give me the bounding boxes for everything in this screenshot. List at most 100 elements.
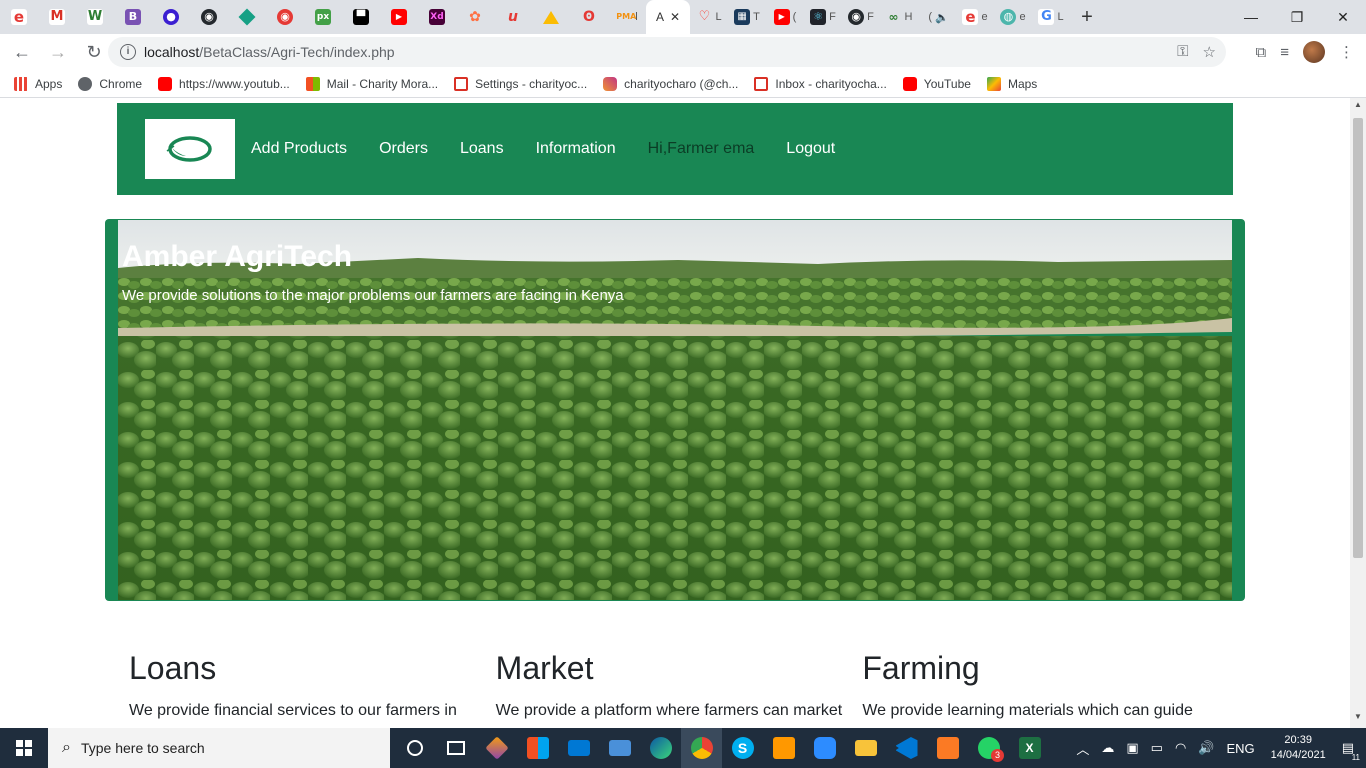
tab[interactable]: B [114,0,152,34]
nav-information[interactable]: Information [536,140,616,158]
active-tab[interactable]: A ✕ [646,0,690,34]
bookmark-chrome[interactable]: Chrome [78,76,142,91]
tab[interactable]: ∞ H [880,0,918,34]
excel-icon[interactable]: X [1009,728,1050,768]
vscode-icon[interactable] [886,728,927,768]
tab[interactable]: (🔈 [918,0,956,34]
feature-heading: Loans [129,650,217,686]
tab[interactable]: ● [152,0,190,34]
tab[interactable]: ▦ T [728,0,766,34]
bookmark-inbox[interactable]: Inbox - charityocha... [754,76,887,91]
bookmark-label: https://www.youtub... [179,76,290,91]
tab-title: A [655,10,664,24]
bookmark-settings[interactable]: Settings - charityoc... [454,76,588,91]
scroll-down-arrow-icon[interactable]: ▼ [1350,712,1366,726]
tab[interactable]: u [494,0,532,34]
tab[interactable]: GL [1032,0,1070,34]
bookmark-youtube-link[interactable]: https://www.youtub... [158,76,290,91]
tab[interactable]: W [76,0,114,34]
menu-kebab-icon[interactable]: ⋮ [1339,43,1354,61]
tab[interactable] [532,0,570,34]
windows-start-icon[interactable] [0,728,48,768]
zoom-icon[interactable] [804,728,845,768]
key-icon[interactable]: ⚿ [1177,43,1188,61]
nav-add-products[interactable]: Add Products [251,140,347,158]
mail-icon[interactable] [558,728,599,768]
diamond-app-icon [238,8,256,26]
tab[interactable]: ◉ F [842,0,880,34]
tab[interactable]: ⚛ F [804,0,842,34]
reload-icon[interactable]: ↻ [78,36,110,68]
bookmark-mail[interactable]: Mail - Charity Mora... [305,76,438,91]
bookmark-label: Settings - charityoc... [475,76,588,91]
taskbar-search[interactable]: ⌕ Type here to search [48,728,390,768]
skype-icon[interactable]: S [722,728,763,768]
scrollbar-thumb[interactable] [1353,118,1363,558]
tab[interactable]: ▶ [380,0,418,34]
device-icon[interactable]: ▣ [1126,740,1138,756]
whatsapp-icon[interactable]: 3 [968,728,1009,768]
cortana-icon[interactable] [394,728,435,768]
extensions-puzzle-icon[interactable]: ⧉ [1256,44,1267,61]
show-hidden-icons-icon[interactable]: ︿ [1076,739,1089,758]
bookmark-apps[interactable]: Apps [14,76,62,91]
onedrive-cloud-icon[interactable]: ☁ [1101,740,1114,756]
remote-desktop-icon[interactable] [599,728,640,768]
page-scrollbar[interactable]: ▲ ▼ [1350,98,1366,728]
xampp-icon[interactable] [927,728,968,768]
url-text[interactable]: localhost/BetaClass/Agri-Tech/index.php [144,44,395,60]
minimize-icon[interactable]: — [1228,0,1274,34]
tab[interactable]: PMA l [608,0,646,34]
tab[interactable]: ◉ [190,0,228,34]
bookmark-instagram[interactable]: charityocharo (@ch... [603,76,738,91]
bookmark-star-icon[interactable]: ☆ [1203,43,1216,61]
media-queue-icon[interactable]: ≡ [1280,44,1289,61]
notification-center-icon[interactable]: ▤ 11 [1342,740,1360,762]
site-info-icon[interactable]: i [120,44,136,60]
close-window-icon[interactable]: ✕ [1320,0,1366,34]
tab[interactable]: ✿ [456,0,494,34]
task-view-icon[interactable] [435,728,476,768]
forward-arrow-icon[interactable]: → [42,36,74,68]
git-app-icon[interactable] [476,728,517,768]
bookmark-youtube[interactable]: YouTube [902,76,971,91]
tab[interactable]: M [38,0,76,34]
back-arrow-icon[interactable]: ← [6,36,38,68]
tab[interactable]: ♡ L [690,0,728,34]
tab[interactable]: ▶( [766,0,804,34]
nav-loans[interactable]: Loans [460,140,504,158]
file-explorer-icon[interactable] [845,728,886,768]
scroll-up-arrow-icon[interactable]: ▲ [1350,100,1366,114]
tab[interactable]: ee [956,0,994,34]
circle-app-icon: ● [163,9,179,25]
site-navbar: Add Products Orders Loans Information Hi… [117,103,1233,195]
tab[interactable]: ◉ [266,0,304,34]
language-indicator[interactable]: ENG [1226,741,1254,756]
sublime-text-icon[interactable] [763,728,804,768]
tab[interactable]: Xd [418,0,456,34]
restore-icon[interactable]: ❐ [1274,0,1320,34]
address-bar[interactable]: i localhost/BetaClass/Agri-Tech/index.ph… [108,37,1226,67]
store-icon[interactable] [517,728,558,768]
wifi-icon[interactable]: ◠ [1175,740,1186,756]
site-logo[interactable] [145,119,235,179]
new-tab-button[interactable]: + [1070,0,1104,34]
tab[interactable]: ▀ [342,0,380,34]
gmail-icon [454,76,469,91]
tab[interactable]: e [0,0,38,34]
close-tab-icon[interactable]: ✕ [670,10,680,24]
nav-orders[interactable]: Orders [379,140,428,158]
tab[interactable]: px [304,0,342,34]
clock[interactable]: 20:39 14/04/2021 [1271,733,1326,763]
chrome-taskbar-icon[interactable] [681,728,722,768]
edge-icon[interactable] [640,728,681,768]
tab[interactable]: ◍ e [994,0,1032,34]
profile-avatar[interactable] [1303,41,1325,63]
tab[interactable] [228,0,266,34]
tab[interactable]: ʘ [570,0,608,34]
bookmark-maps[interactable]: Maps [986,76,1037,91]
volume-icon[interactable]: 🔊 [1198,740,1214,756]
nav-logout[interactable]: Logout [786,140,835,158]
youtube-icon [158,76,173,91]
battery-icon[interactable]: ▭ [1151,740,1163,756]
